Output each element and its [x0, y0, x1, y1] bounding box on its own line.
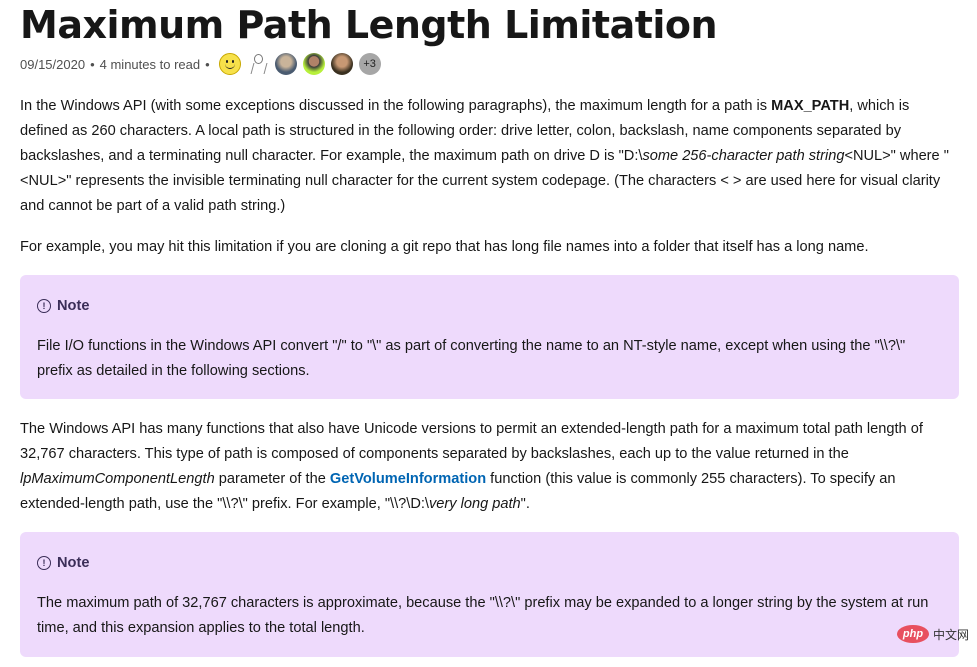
- note-body: The maximum path of 32,767 characters is…: [37, 595, 929, 636]
- paragraph-extended-length: The Windows API has many functions that …: [20, 417, 960, 517]
- text: ".: [520, 496, 530, 512]
- paragraph-max-path: In the Windows API (with some exceptions…: [20, 94, 960, 219]
- paragraph-git-example: For example, you may hit this limitation…: [20, 239, 869, 255]
- php-cn-watermark: php 中文网: [896, 625, 969, 643]
- italic-text: very long path: [428, 496, 521, 512]
- info-circle-icon: !: [37, 298, 51, 313]
- contributor-avatar-icon[interactable]: [330, 53, 353, 75]
- page-title: Maximum Path Length Limitation: [20, 3, 718, 47]
- sketch-avatar-icon[interactable]: [246, 53, 269, 75]
- note-callout: ! Note File I/O functions in the Windows…: [20, 275, 959, 399]
- text: parameter of the: [214, 471, 330, 487]
- note-title: ! Note: [37, 550, 942, 575]
- separator: •: [90, 56, 95, 72]
- read-time: 4 minutes to read: [99, 56, 201, 72]
- note-label: Note: [57, 554, 90, 571]
- article-date: 09/15/2020: [20, 56, 86, 72]
- note-title: ! Note: [37, 293, 942, 318]
- contributor-avatar-icon[interactable]: [302, 53, 325, 75]
- separator: •: [205, 56, 210, 72]
- contributors-list: +3: [218, 53, 387, 75]
- getvolumeinformation-link[interactable]: GetVolumeInformation: [330, 471, 486, 487]
- php-logo-icon: php: [896, 625, 929, 643]
- smiley-avatar-icon[interactable]: [218, 53, 241, 75]
- article-metadata: 09/15/2020 • 4 minutes to read • +3: [20, 51, 387, 77]
- note-body: File I/O functions in the Windows API co…: [37, 338, 906, 379]
- more-contributors-button[interactable]: +3: [358, 53, 381, 75]
- contributor-avatar-icon[interactable]: [274, 53, 297, 75]
- info-circle-icon: !: [37, 555, 51, 570]
- note-callout: ! Note The maximum path of 32,767 charac…: [20, 532, 959, 657]
- max-path-constant: MAX_PATH: [771, 98, 850, 114]
- text: The Windows API has many functions that …: [20, 421, 923, 462]
- note-label: Note: [57, 297, 90, 314]
- text: In the Windows API (with some exceptions…: [20, 98, 772, 114]
- watermark-text: 中文网: [932, 627, 969, 642]
- italic-text: some 256-character path string: [642, 148, 845, 164]
- italic-text: lpMaximumComponentLength: [20, 471, 215, 487]
